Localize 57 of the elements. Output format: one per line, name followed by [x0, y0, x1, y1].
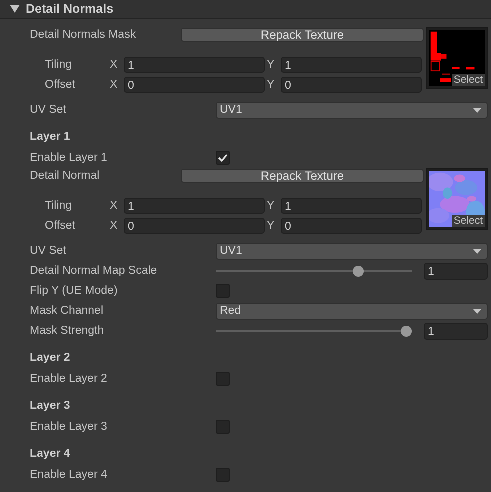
axis-label: Y: [267, 200, 276, 212]
axis-label: Y: [267, 220, 276, 232]
property-label: UV Set: [30, 245, 68, 257]
property-label: Mask Channel: [30, 305, 105, 317]
checkbox[interactable]: [216, 151, 230, 165]
expand-arrow-icon[interactable]: [10, 5, 20, 13]
property-label: Enable Layer 4: [30, 469, 108, 481]
dropdown-arrow-icon: [473, 308, 482, 314]
section-title: Detail Normals: [26, 2, 114, 16]
repack-button[interactable]: Repack Texture: [181, 169, 424, 183]
axis-label: X: [110, 79, 119, 91]
layer-heading: Layer 3: [30, 400, 70, 412]
layer-heading: Layer 1: [30, 131, 70, 143]
dropdown[interactable]: UV1: [216, 242, 488, 260]
property-label: Detail Normal Map Scale: [30, 265, 158, 277]
property-label: Detail Normals Mask: [30, 29, 138, 41]
number-field[interactable]: 0: [124, 218, 265, 234]
axis-label: X: [110, 59, 119, 71]
property-label: Tiling: [44, 200, 74, 212]
number-field[interactable]: 0: [281, 77, 422, 93]
number-field[interactable]: 0: [281, 218, 422, 234]
axis-label: X: [110, 200, 119, 212]
layer-heading: Layer 4: [30, 448, 70, 460]
number-field[interactable]: 1: [124, 198, 265, 214]
dropdown[interactable]: Red: [216, 302, 488, 320]
number-field[interactable]: 1: [281, 198, 422, 214]
property-label: Offset: [44, 220, 76, 232]
number-field[interactable]: 0: [124, 77, 265, 93]
axis-label: X: [110, 220, 119, 232]
checkbox[interactable]: [216, 468, 230, 482]
select-button[interactable]: Select: [452, 215, 485, 227]
checkbox[interactable]: [216, 372, 230, 386]
axis-label: Y: [267, 59, 276, 71]
number-field[interactable]: 1: [124, 57, 265, 73]
property-label: Flip Y (UE Mode): [30, 285, 119, 297]
property-label: Enable Layer 2: [30, 373, 108, 385]
dropdown[interactable]: UV1: [216, 102, 488, 118]
property-label: UV Set: [30, 104, 68, 116]
number-field[interactable]: 1: [424, 262, 488, 280]
checkbox[interactable]: [216, 284, 230, 298]
number-field[interactable]: 1: [281, 57, 422, 73]
dropdown-arrow-icon: [473, 248, 482, 254]
layer-heading: Layer 2: [30, 352, 70, 364]
property-label: Detail Normal: [30, 170, 101, 182]
property-label: Mask Strength: [30, 325, 106, 337]
checkbox[interactable]: [216, 420, 230, 434]
property-label: Enable Layer 3: [30, 421, 108, 433]
select-button[interactable]: Select: [452, 74, 485, 86]
dropdown-arrow-icon: [473, 108, 482, 112]
property-label: Offset: [44, 79, 76, 91]
property-label: Tiling: [44, 59, 74, 71]
property-label: Enable Layer 1: [30, 152, 108, 164]
axis-label: Y: [267, 79, 276, 91]
number-field[interactable]: 1: [424, 322, 488, 340]
repack-button[interactable]: Repack Texture: [181, 28, 424, 42]
slider-handle[interactable]: [401, 326, 412, 336]
slider-handle[interactable]: [352, 266, 364, 276]
